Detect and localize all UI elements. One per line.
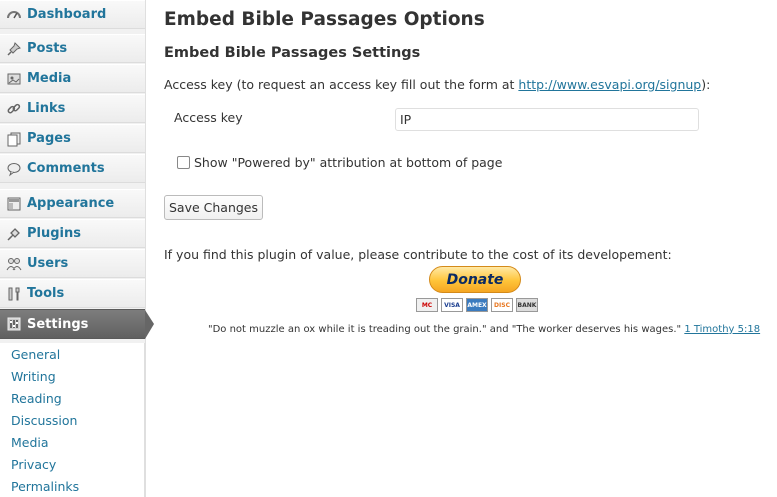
sidebar-item-pages[interactable]: Pages: [0, 124, 145, 153]
sidebar-item-label: Appearance: [27, 196, 115, 211]
access-key-label: Access key: [174, 110, 243, 125]
media-icon: [5, 70, 23, 88]
sidebar-item-links[interactable]: Links: [0, 94, 145, 123]
submenu-item-writing[interactable]: Writing: [11, 369, 56, 384]
pages-icon: [5, 130, 23, 148]
sidebar-item-users[interactable]: Users: [0, 249, 145, 278]
sidebar-item-label: Media: [27, 71, 72, 86]
submenu-item-permalinks[interactable]: Permalinks: [11, 479, 79, 494]
submenu-item-privacy[interactable]: Privacy: [11, 457, 56, 472]
scripture-reference-link[interactable]: 1 Timothy 5:18: [684, 324, 760, 335]
access-key-intro: Access key (to request an access key fil…: [164, 77, 710, 92]
mastercard-icon: MC: [416, 298, 438, 312]
appearance-icon: [5, 195, 23, 213]
admin-sidebar: Dashboard Posts Media Links Pages Commen…: [0, 0, 154, 497]
access-outro-text: ):: [701, 77, 711, 92]
sidebar-item-tools[interactable]: Tools: [0, 279, 145, 308]
sidebar-item-settings[interactable]: Settings: [0, 309, 154, 339]
sidebar-item-label: Plugins: [27, 226, 81, 241]
sidebar-item-comments[interactable]: Comments: [0, 154, 145, 183]
powered-by-checkbox[interactable]: [177, 156, 190, 169]
page-title: Embed Bible Passages Options: [164, 9, 485, 30]
pin-icon: [5, 40, 23, 58]
sidebar-item-label: Posts: [27, 41, 68, 56]
contribute-text: If you find this plugin of value, please…: [164, 247, 672, 262]
submenu-item-reading[interactable]: Reading: [11, 391, 62, 406]
users-icon: [5, 255, 23, 273]
sidebar-item-label: Tools: [27, 286, 65, 301]
sidebar-item-media[interactable]: Media: [0, 64, 145, 93]
amex-icon: AMEX: [466, 298, 488, 312]
sidebar-item-posts[interactable]: Posts: [0, 34, 145, 63]
link-icon: [5, 100, 23, 118]
sidebar-item-label: Links: [27, 101, 66, 116]
visa-icon: VISA: [441, 298, 463, 312]
main-content: Embed Bible Passages Options Embed Bible…: [146, 0, 777, 497]
sidebar-item-label: Settings: [27, 316, 89, 332]
sidebar-item-dashboard[interactable]: Dashboard: [0, 0, 145, 29]
quote-text: "Do not muzzle an ox while it is treadin…: [208, 324, 682, 335]
sidebar-item-plugins[interactable]: Plugins: [0, 219, 145, 248]
sidebar-item-label: Pages: [27, 131, 71, 146]
discover-icon: DISC: [491, 298, 513, 312]
signup-link[interactable]: http://www.esvapi.org/signup: [518, 77, 701, 92]
access-key-input[interactable]: IP: [395, 108, 699, 131]
sidebar-item-label: Comments: [27, 161, 105, 176]
submenu-item-media[interactable]: Media: [11, 435, 49, 450]
submenu-item-discussion[interactable]: Discussion: [11, 413, 77, 428]
section-title: Embed Bible Passages Settings: [164, 45, 421, 61]
dashboard-icon: [5, 6, 23, 24]
access-intro-text: Access key (to request an access key fil…: [164, 77, 519, 92]
settings-submenu: General Writing Reading Discussion Media…: [0, 343, 145, 497]
sidebar-item-label: Users: [27, 256, 69, 271]
settings-icon: [5, 315, 23, 333]
sidebar-item-appearance[interactable]: Appearance: [0, 189, 145, 218]
payment-cards: MC VISA AMEX DISC BANK: [416, 298, 538, 313]
plugin-icon: [5, 225, 23, 243]
bank-icon: BANK: [516, 298, 538, 312]
save-changes-button[interactable]: Save Changes: [164, 195, 263, 220]
comment-icon: [5, 160, 23, 178]
sidebar-item-label: Dashboard: [27, 7, 107, 22]
powered-by-label: Show "Powered by" attribution at bottom …: [194, 155, 503, 170]
submenu-item-general[interactable]: General: [11, 347, 60, 362]
tools-icon: [5, 285, 23, 303]
donate-button[interactable]: Donate: [429, 266, 521, 293]
scripture-quote: "Do not muzzle an ox while it is treadin…: [208, 324, 760, 335]
